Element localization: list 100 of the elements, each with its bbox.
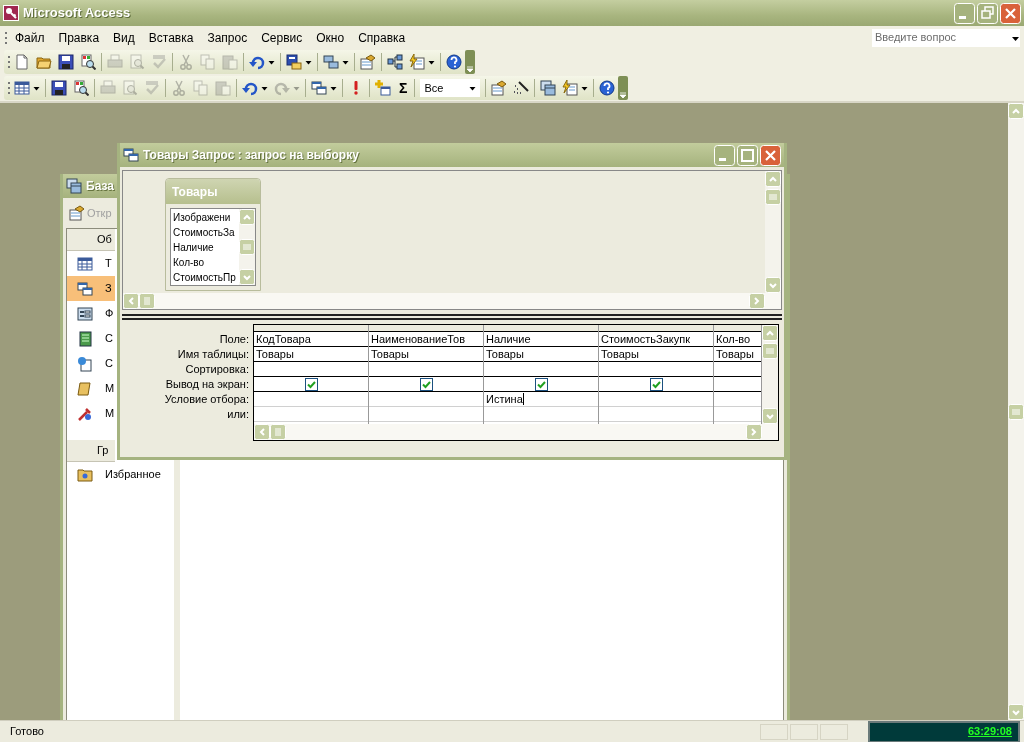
row-label: Вывод на экран:: [164, 377, 250, 392]
menu-item[interactable]: Справка: [351, 26, 413, 49]
object-type-item[interactable]: З: [67, 276, 115, 301]
group-item[interactable]: Избранное: [67, 462, 174, 487]
object-type-item[interactable]: М: [67, 376, 115, 401]
menu-item[interactable]: Запрос: [200, 26, 255, 49]
checkbox[interactable]: [419, 377, 433, 391]
new-object-icon[interactable]: [409, 54, 425, 70]
new-object-icon[interactable]: [562, 80, 579, 96]
scroll-thumb[interactable]: [139, 293, 155, 309]
row-label: Условие отбора:: [163, 392, 250, 407]
undo-icon[interactable]: [249, 54, 265, 70]
magic-wand-icon[interactable]: [513, 80, 530, 96]
object-type-item[interactable]: Ф: [67, 301, 115, 326]
windows-icon[interactable]: [540, 80, 557, 96]
pane-splitter[interactable]: [122, 314, 782, 320]
grid-cell[interactable]: Товары: [714, 347, 761, 362]
menu-item[interactable]: Сервис: [254, 26, 310, 49]
column-selector[interactable]: [369, 325, 483, 332]
properties-icon[interactable]: [360, 54, 376, 70]
properties-icon[interactable]: [491, 80, 508, 96]
folder-icon: [77, 466, 93, 483]
maximize-button[interactable]: [737, 144, 758, 166]
undo-icon[interactable]: [242, 80, 258, 96]
tools-icon: [77, 405, 93, 422]
document-export-icon[interactable]: [286, 54, 302, 70]
field-list-item[interactable]: СтоимостьЗа: [171, 225, 239, 240]
grid-cell[interactable]: Истина: [484, 392, 598, 407]
menu-item[interactable]: Окно: [309, 26, 352, 49]
scroll-thumb[interactable]: [762, 343, 778, 359]
checkbox[interactable]: [304, 377, 318, 391]
toolbar-options-button[interactable]: [465, 50, 475, 74]
query-type-icon: [77, 280, 93, 297]
table-icon[interactable]: [14, 80, 30, 96]
column-selector[interactable]: [254, 325, 368, 332]
field-list-item[interactable]: Кол-во: [171, 255, 239, 270]
grid-cell[interactable]: Товары: [599, 347, 713, 362]
totals-combo[interactable]: Все: [420, 79, 481, 97]
menu-item[interactable]: Файл: [8, 26, 52, 49]
toolbar-grip[interactable]: [4, 29, 8, 46]
toolbar-options-button[interactable]: [618, 76, 629, 100]
grid-cell[interactable]: КодТовара: [254, 332, 368, 347]
window-title: База: [86, 178, 114, 195]
column-selector[interactable]: [599, 325, 713, 332]
object-type-item[interactable]: С: [67, 351, 115, 376]
help-icon[interactable]: [599, 80, 616, 96]
object-type-item[interactable]: М: [67, 401, 115, 426]
grid-cell[interactable]: Товары: [254, 347, 368, 362]
column-selector[interactable]: [484, 325, 598, 332]
table-icon: [77, 255, 93, 272]
window-title: Товары Запрос : запрос на выборку: [143, 147, 360, 164]
grid-cell[interactable]: Кол-во: [714, 332, 761, 347]
help-icon[interactable]: [446, 54, 462, 70]
restore-button[interactable]: [977, 2, 998, 24]
help-search-box[interactable]: Введите вопрос: [872, 28, 1020, 47]
row-label: Поле:: [218, 332, 250, 347]
checkbox[interactable]: [534, 377, 548, 391]
field-list-item[interactable]: Изображени: [171, 210, 239, 225]
row-label: Сортировка:: [184, 362, 250, 377]
clock-text: 63:29:08: [967, 724, 1012, 740]
window-title: Microsoft Access: [23, 4, 132, 23]
document-icon[interactable]: [14, 54, 30, 70]
scroll-thumb[interactable]: [1008, 403, 1024, 420]
minimize-button[interactable]: [714, 144, 735, 166]
add-table-icon[interactable]: [375, 80, 391, 96]
grid-cell[interactable]: НаименованиеТов: [369, 332, 483, 347]
totals-button[interactable]: Σ: [399, 77, 408, 99]
status-text: Готово: [9, 724, 45, 740]
report-icon: [77, 330, 93, 347]
key-icon: [3, 5, 19, 21]
folder-icon[interactable]: [36, 54, 52, 70]
field-list-item[interactable]: СтоимостьПр: [171, 270, 239, 285]
scroll-thumb[interactable]: [765, 189, 781, 205]
menu-item[interactable]: Правка: [51, 26, 107, 49]
scroll-thumb[interactable]: [270, 424, 286, 440]
object-type-item[interactable]: Т: [67, 251, 115, 276]
scroll-thumb[interactable]: [239, 239, 255, 255]
checkbox[interactable]: [649, 377, 663, 391]
file-search-icon[interactable]: [80, 54, 96, 70]
file-search-icon[interactable]: [73, 80, 89, 96]
query-type-icon[interactable]: [311, 80, 327, 96]
grid-cell[interactable]: СтоимостьЗакупк: [599, 332, 713, 347]
close-button[interactable]: [760, 144, 781, 166]
menu-item[interactable]: Вид: [106, 26, 142, 49]
stacked-forms-icon[interactable]: [323, 54, 339, 70]
toolbar-grip[interactable]: [7, 54, 11, 70]
section-header[interactable]: Об: [67, 229, 115, 251]
minimize-button[interactable]: [954, 2, 975, 24]
grid-cell[interactable]: Наличие: [484, 332, 598, 347]
grid-cell[interactable]: Товары: [484, 347, 598, 362]
grid-cell[interactable]: Товары: [369, 347, 483, 362]
close-button[interactable]: [1000, 2, 1021, 24]
page-icon: [77, 355, 93, 372]
toolbar-grip[interactable]: [7, 80, 11, 96]
relationships-icon[interactable]: [387, 54, 403, 70]
menu-item[interactable]: Вставка: [141, 26, 201, 49]
column-selector[interactable]: [714, 325, 761, 332]
section-header[interactable]: Гр: [67, 440, 115, 462]
field-list-item[interactable]: Наличие: [171, 240, 239, 255]
object-type-item[interactable]: С: [67, 326, 115, 351]
